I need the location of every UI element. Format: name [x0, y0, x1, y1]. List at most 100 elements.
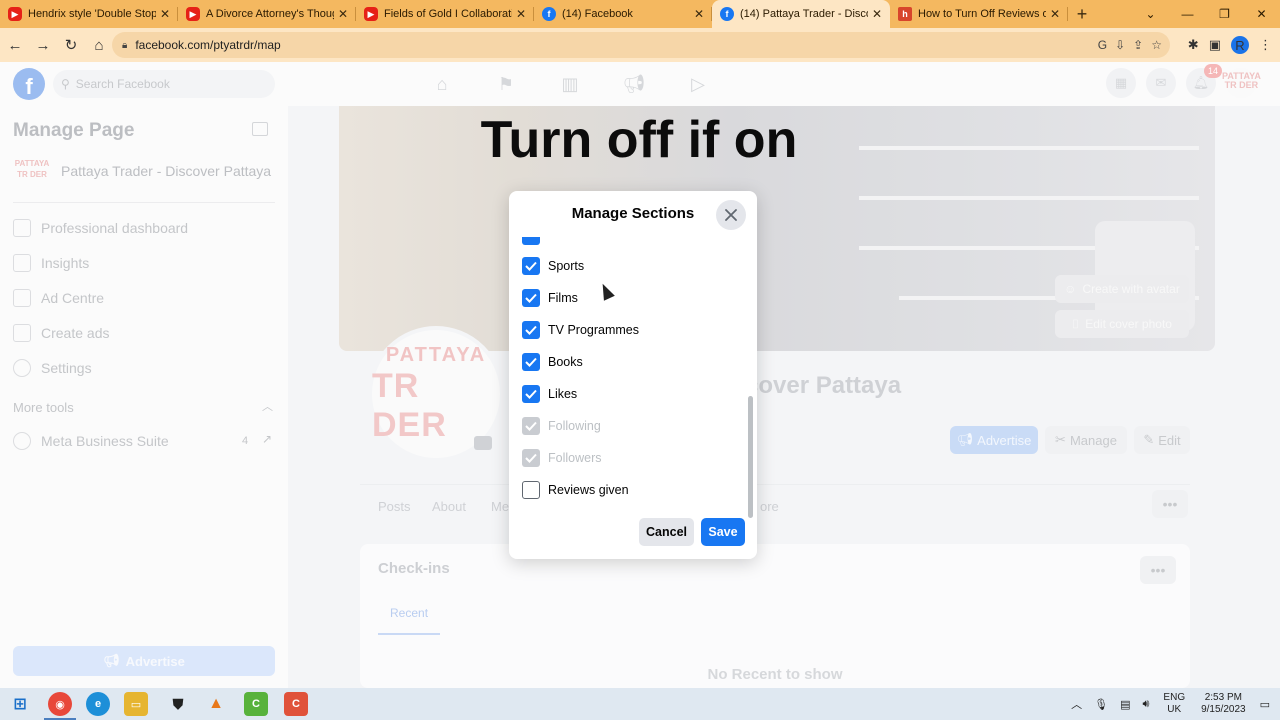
sidebar-item-professional-dashboard[interactable]: Professional dashboard — [13, 219, 188, 237]
google-icon[interactable]: G — [1098, 38, 1107, 52]
windows-start-icon[interactable]: ⊞ — [8, 692, 32, 716]
url-text: facebook.com/ptyatrdr/map — [135, 38, 281, 52]
forward-icon[interactable]: → — [30, 32, 56, 58]
network-icon[interactable]: ▤ — [1120, 698, 1130, 711]
tab-search-icon[interactable]: ⌄ — [1132, 0, 1169, 28]
close-dialog-button[interactable] — [716, 200, 746, 230]
tab-recent[interactable]: Recent — [390, 606, 428, 620]
sidebar-item-create-ads[interactable]: Create ads — [13, 324, 109, 342]
manage-button[interactable]: ✂ Manage — [1045, 426, 1127, 454]
sidebar-item-settings[interactable]: Settings — [13, 359, 92, 377]
language-indicator[interactable]: ENG UK — [1163, 692, 1185, 716]
install-icon[interactable]: ⇩ — [1115, 38, 1125, 52]
tab-about[interactable]: About — [432, 499, 466, 514]
pages-flag-icon[interactable]: ⚑ — [474, 62, 538, 106]
checkbox-checked[interactable] — [522, 289, 540, 307]
checkbox-checked[interactable] — [522, 257, 540, 275]
vlc-icon[interactable]: ▲ — [204, 692, 228, 716]
sidepanel-icon[interactable]: ▣ — [1209, 37, 1221, 53]
sidebar-item-ad-centre[interactable]: Ad Centre — [13, 289, 104, 307]
section-option-likes[interactable]: Likes — [522, 383, 577, 405]
notifications-icon[interactable]: ▭ — [1260, 698, 1270, 711]
close-icon[interactable]: ✕ — [1050, 7, 1060, 21]
file-explorer-icon[interactable]: ▭ — [124, 692, 148, 716]
ads-megaphone-icon[interactable]: 📢︎ — [602, 62, 666, 106]
sidebar-item-label: Insights — [41, 255, 90, 271]
tab-posts[interactable]: Posts — [378, 499, 411, 514]
menu-grid-icon[interactable]: ▦ — [1106, 68, 1136, 98]
chevron-up-icon[interactable]: ︿ — [1071, 696, 1082, 712]
section-option-films[interactable]: Films — [522, 287, 578, 309]
checkbox-checked[interactable] — [522, 353, 540, 371]
checkbox-checked[interactable] — [522, 237, 540, 245]
profile-avatar[interactable]: R — [1231, 36, 1249, 54]
page-more-options-icon[interactable]: ••• — [1152, 490, 1188, 518]
window-close-icon[interactable]: ✕ — [1243, 0, 1280, 28]
tab-mentions[interactable]: Me — [491, 499, 509, 514]
reload-icon[interactable]: ↻ — [58, 32, 84, 58]
security-shield-icon[interactable]: ⛊ — [166, 692, 190, 716]
sidebar-item-meta-business-suite[interactable]: Meta Business Suite — [13, 432, 169, 450]
address-bar[interactable]: 🔒︎ facebook.com/ptyatrdr/map G ⇩ ⇪ ☆ — [112, 32, 1170, 58]
close-icon[interactable]: ✕ — [872, 7, 882, 21]
checkins-more-options-icon[interactable]: ••• — [1140, 556, 1176, 584]
save-button[interactable]: Save — [701, 518, 745, 546]
close-icon[interactable]: ✕ — [160, 7, 170, 21]
dialog-scrollbar[interactable] — [748, 396, 753, 518]
sidebar-page-switcher[interactable]: PATTAYA TR DER Pattaya Trader - Discover… — [13, 158, 271, 184]
chrome-icon[interactable]: ◉ — [48, 692, 72, 716]
browser-tab[interactable]: h How to Turn Off Reviews on ✕ — [890, 0, 1068, 28]
section-option-partial[interactable] — [522, 237, 540, 247]
sound-icon[interactable]: 🔊︎ — [1142, 698, 1149, 711]
section-option-books[interactable]: Books — [522, 351, 583, 373]
option-label: Films — [548, 291, 578, 305]
browser-tab[interactable]: ▶ Hendrix style 'Double Stops' | ✕ — [0, 0, 178, 28]
edit-cover-photo-button[interactable]: ⌷ Edit cover photo — [1055, 310, 1189, 338]
section-option-tv-programmes[interactable]: TV Programmes — [522, 319, 639, 341]
browser-tab-active[interactable]: f (14) Pattaya Trader - Discover ✕ — [712, 0, 890, 28]
facebook-logo-icon[interactable]: f — [13, 68, 45, 100]
more-tools-heading[interactable]: More tools — [13, 400, 74, 415]
tab-more[interactable]: ore — [760, 499, 779, 514]
sidebar-collapse-icon[interactable] — [252, 122, 268, 136]
home-icon[interactable]: ⌂ — [86, 32, 112, 58]
home-nav-icon[interactable]: ⌂ — [410, 62, 474, 106]
close-icon[interactable]: ✕ — [694, 7, 704, 21]
sidebar-advertise-button[interactable]: 📢︎ Advertise — [13, 646, 275, 676]
create-with-avatar-button[interactable]: ☺ Create with avatar — [1055, 275, 1189, 303]
checkbox-unchecked[interactable] — [522, 481, 540, 499]
messenger-icon[interactable]: ✉ — [1146, 68, 1176, 98]
checkbox-checked[interactable] — [522, 321, 540, 339]
section-option-sports[interactable]: Sports — [522, 255, 584, 277]
edge-icon[interactable]: e — [86, 692, 110, 716]
checkbox-checked[interactable] — [522, 385, 540, 403]
search-input[interactable]: ⚲ Search Facebook — [53, 70, 275, 98]
insights-nav-icon[interactable]: ▥ — [538, 62, 602, 106]
sidebar-item-insights[interactable]: Insights — [13, 254, 89, 272]
extensions-icon[interactable]: ✱ — [1188, 37, 1199, 53]
camera-icon[interactable] — [474, 436, 492, 450]
browser-tab[interactable]: f (14) Facebook ✕ — [534, 0, 712, 28]
microphone-icon[interactable]: 🎙︎ — [1094, 698, 1108, 711]
new-tab-button[interactable]: + — [1068, 0, 1096, 28]
minimize-icon[interactable]: — — [1169, 0, 1206, 28]
camtasia-green-icon[interactable]: C — [244, 692, 268, 716]
camtasia-red-icon[interactable]: C — [284, 692, 308, 716]
browser-tab[interactable]: ▶ A Divorce Attorney's Thought ✕ — [178, 0, 356, 28]
back-icon[interactable]: ← — [2, 32, 28, 58]
close-icon[interactable]: ✕ — [516, 7, 526, 21]
advertise-button[interactable]: 📢︎ Advertise — [950, 426, 1038, 454]
chevron-up-icon[interactable]: ︿ — [262, 398, 273, 414]
edit-button[interactable]: ✎ Edit — [1134, 426, 1190, 454]
sections-list[interactable]: Sports Films TV Programmes Books Likes F… — [509, 237, 747, 513]
close-icon[interactable]: ✕ — [338, 7, 348, 21]
section-option-reviews-given[interactable]: Reviews given — [522, 479, 629, 501]
share-icon[interactable]: ⇪ — [1133, 38, 1143, 52]
browser-tab[interactable]: ▶ Fields of Gold I Collaboration ✕ — [356, 0, 534, 28]
menu-kebab-icon[interactable]: ⋮ — [1259, 37, 1272, 53]
video-play-icon[interactable]: ▷ — [666, 62, 730, 106]
bookmark-star-icon[interactable]: ☆ — [1151, 38, 1162, 52]
cancel-button[interactable]: Cancel — [639, 518, 694, 546]
clock[interactable]: 2:53 PM 9/15/2023 — [1201, 692, 1246, 716]
restore-icon[interactable]: ❐ — [1206, 0, 1243, 28]
